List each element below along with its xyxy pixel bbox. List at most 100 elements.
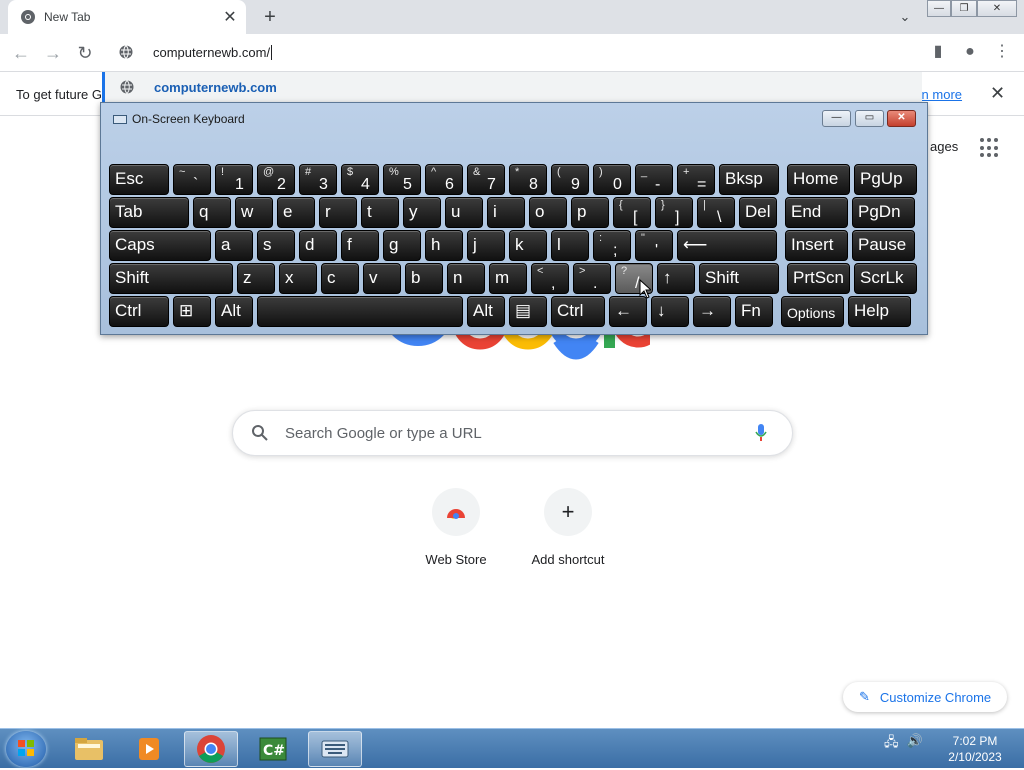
key-9[interactable]: (9 bbox=[551, 164, 589, 195]
google-apps-icon[interactable] bbox=[980, 138, 1000, 158]
key-sym1-12[interactable]: }] bbox=[655, 197, 693, 228]
key-home[interactable]: Home bbox=[787, 164, 850, 195]
key-alt[interactable]: Alt bbox=[215, 296, 253, 327]
volume-icon[interactable]: 🔊 bbox=[907, 733, 923, 755]
taskbar-clock[interactable]: 7:02 PM 2/10/2023 bbox=[940, 733, 1010, 765]
key-scrlk[interactable]: ScrLk bbox=[854, 263, 917, 294]
key-p[interactable]: p bbox=[571, 197, 609, 228]
restore-window-button[interactable]: ❐ bbox=[951, 0, 977, 17]
key-m[interactable]: m bbox=[489, 263, 527, 294]
ntp-search-box[interactable]: Search Google or type a URL bbox=[232, 410, 793, 456]
key-2[interactable]: @2 bbox=[257, 164, 295, 195]
key-7[interactable]: & 7 bbox=[467, 164, 505, 195]
tab-new-tab[interactable]: New Tab ✕ bbox=[8, 0, 246, 34]
key-tab[interactable]: Tab bbox=[109, 197, 189, 228]
key-ctrl[interactable]: Ctrl bbox=[551, 296, 605, 327]
key-alt[interactable]: Alt bbox=[467, 296, 505, 327]
osk-maximize-button[interactable]: ▭ bbox=[855, 110, 884, 127]
key-e[interactable]: e bbox=[277, 197, 315, 228]
key-del[interactable]: Del bbox=[739, 197, 777, 228]
key-w[interactable]: w bbox=[235, 197, 273, 228]
tab-search-chevron-icon[interactable]: ⌄ bbox=[894, 6, 916, 28]
key-sym4-5[interactable]: ▤ bbox=[509, 296, 547, 327]
key-g[interactable]: g bbox=[383, 230, 421, 261]
minimize-window-button[interactable]: — bbox=[927, 0, 951, 17]
key-sym0-13[interactable]: + = bbox=[677, 164, 715, 195]
key-o[interactable]: o bbox=[529, 197, 567, 228]
side-panel-icon[interactable]: ▮ bbox=[926, 40, 950, 64]
key-sym1-11[interactable]: {[ bbox=[613, 197, 651, 228]
menu-kebab-icon[interactable]: ⋮ bbox=[990, 40, 1014, 64]
key-sym2-12[interactable]: ⟵ bbox=[677, 230, 777, 261]
key-u[interactable]: u bbox=[445, 197, 483, 228]
key-t[interactable]: t bbox=[361, 197, 399, 228]
key-bksp[interactable]: Bksp bbox=[719, 164, 779, 195]
key-sym0-12[interactable]: _ - bbox=[635, 164, 673, 195]
taskbar-chrome[interactable] bbox=[184, 731, 238, 767]
network-icon[interactable]: 🖧 bbox=[884, 733, 899, 755]
shortcut-add[interactable]: + Add shortcut bbox=[520, 488, 616, 567]
key-b[interactable]: b bbox=[405, 263, 443, 294]
key-q[interactable]: q bbox=[193, 197, 231, 228]
key-space[interactable] bbox=[257, 296, 463, 327]
key-0[interactable]: ) 0 bbox=[593, 164, 631, 195]
key-d[interactable]: d bbox=[299, 230, 337, 261]
key-v[interactable]: v bbox=[363, 263, 401, 294]
key-sym3-9[interactable]: >. bbox=[573, 263, 611, 294]
key-1[interactable]: ! 1 bbox=[215, 164, 253, 195]
microphone-icon[interactable] bbox=[754, 423, 768, 443]
key-pgdn[interactable]: PgDn bbox=[852, 197, 915, 228]
key-shift[interactable]: Shift bbox=[109, 263, 233, 294]
start-button[interactable] bbox=[6, 731, 46, 767]
customize-chrome-button[interactable]: ✎ Customize Chrome bbox=[843, 682, 1007, 712]
key-caps[interactable]: Caps bbox=[109, 230, 211, 261]
key-n[interactable]: n bbox=[447, 263, 485, 294]
key-sym4-7[interactable]: ← bbox=[609, 296, 647, 327]
key-5[interactable]: % 5 bbox=[383, 164, 421, 195]
key-sym2-10[interactable]: :; bbox=[593, 230, 631, 261]
key-pgup[interactable]: PgUp bbox=[854, 164, 917, 195]
key-end[interactable]: End bbox=[785, 197, 848, 228]
omnibox-suggestion[interactable]: computernewb.com bbox=[102, 72, 922, 102]
key-h[interactable]: h bbox=[425, 230, 463, 261]
key-ctrl[interactable]: Ctrl bbox=[109, 296, 169, 327]
key-6[interactable]: ^ 6 bbox=[425, 164, 463, 195]
key-sym2-11[interactable]: " ' bbox=[635, 230, 673, 261]
key-sym0-1[interactable]: ~ ` bbox=[173, 164, 211, 195]
key-z[interactable]: z bbox=[237, 263, 275, 294]
taskbar-csharp[interactable]: C# bbox=[246, 731, 300, 767]
key-f[interactable]: f bbox=[341, 230, 379, 261]
key-x[interactable]: x bbox=[279, 263, 317, 294]
shortcut-web-store[interactable]: Web Store bbox=[408, 488, 504, 567]
key-insert[interactable]: Insert bbox=[785, 230, 848, 261]
infobar-close-icon[interactable]: ✕ bbox=[990, 83, 1005, 104]
key-prtscn[interactable]: PrtScn bbox=[787, 263, 850, 294]
key-sym3-11[interactable]: ↑ bbox=[657, 263, 695, 294]
key-sym1-13[interactable]: | \ bbox=[697, 197, 735, 228]
key-k[interactable]: k bbox=[509, 230, 547, 261]
key-3[interactable]: #3 bbox=[299, 164, 337, 195]
key-sym4-1[interactable]: ⊞ bbox=[173, 296, 211, 327]
key-options[interactable]: Options bbox=[781, 296, 844, 327]
taskbar-explorer[interactable] bbox=[62, 731, 116, 767]
key-y[interactable]: y bbox=[403, 197, 441, 228]
key-r[interactable]: r bbox=[319, 197, 357, 228]
key-c[interactable]: c bbox=[321, 263, 359, 294]
key-sym3-8[interactable]: <, bbox=[531, 263, 569, 294]
key-8[interactable]: * 8 bbox=[509, 164, 547, 195]
close-window-button[interactable]: ✕ bbox=[977, 0, 1017, 17]
key-sym4-8[interactable]: ↓ bbox=[651, 296, 689, 327]
address-bar[interactable]: computernewb.com/ bbox=[102, 34, 922, 70]
key-4[interactable]: $4 bbox=[341, 164, 379, 195]
key-shift[interactable]: Shift bbox=[699, 263, 779, 294]
key-j[interactable]: j bbox=[467, 230, 505, 261]
forward-arrow-icon[interactable]: → bbox=[40, 40, 66, 66]
key-i[interactable]: i bbox=[487, 197, 525, 228]
key-esc[interactable]: Esc bbox=[109, 164, 169, 195]
key-sym4-9[interactable]: → bbox=[693, 296, 731, 327]
back-arrow-icon[interactable]: ← bbox=[8, 40, 34, 66]
reload-icon[interactable]: ↻ bbox=[72, 40, 98, 66]
new-tab-button[interactable]: + bbox=[258, 5, 282, 29]
images-link[interactable]: ages bbox=[930, 139, 958, 154]
taskbar-media-player[interactable] bbox=[122, 731, 176, 767]
